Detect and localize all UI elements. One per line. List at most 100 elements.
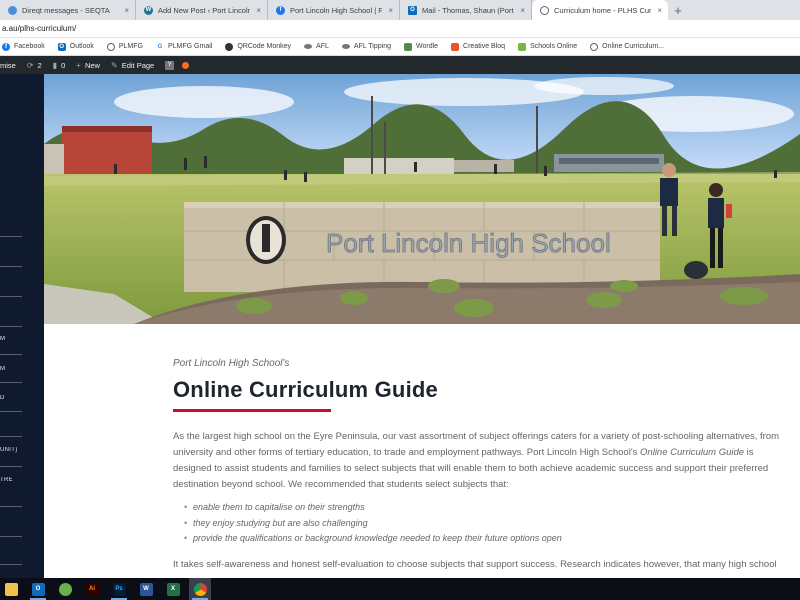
sidebar-divider	[0, 326, 22, 327]
taskbar-file-explorer[interactable]	[0, 578, 22, 600]
taskbar-word[interactable]: W	[135, 578, 157, 600]
bookmark-online-curriculum[interactable]: Online Curriculum...	[590, 42, 664, 51]
sidebar-divider	[0, 266, 22, 267]
address-url: a.au/plhs-curriculum/	[2, 24, 77, 33]
bookmark-label: Outlook	[69, 43, 94, 50]
seqta-favicon-icon	[8, 5, 17, 15]
browser-tab-curriculum-home[interactable]: Curriculum home - PLHS Curricu ×	[532, 0, 668, 20]
bookmark-label: Schools Online	[530, 43, 578, 50]
article-kicker: Port Lincoln High School's	[173, 358, 290, 369]
close-tab-icon[interactable]: ×	[124, 6, 129, 15]
admin-comments[interactable]: ▮ 0	[53, 61, 66, 70]
updates-count: 2	[37, 60, 42, 70]
illustrator-icon: Ai	[85, 582, 99, 596]
creative-bloq-icon	[451, 42, 460, 51]
hero-school-photo: Port Lincoln High School	[44, 74, 800, 324]
close-tab-icon[interactable]: ×	[657, 6, 662, 15]
admin-edit-page-button[interactable]: ✎ Edit Page	[111, 61, 154, 70]
bookmark-creative-bloq[interactable]: Creative Bloq	[451, 42, 505, 51]
sign-text: Port Lincoln High School	[326, 228, 611, 258]
close-tab-icon[interactable]: ×	[520, 6, 525, 15]
intro-paragraph: As the largest high school on the Eyre P…	[173, 429, 789, 493]
football-icon	[304, 44, 313, 49]
site-sidebar-nav: M M D UNIT) TRE	[0, 74, 44, 578]
bookmark-facebook[interactable]: f Facebook	[2, 42, 45, 51]
word-icon: W	[139, 582, 153, 596]
wordpress-favicon-icon: W	[144, 5, 153, 15]
browser-tab-mail[interactable]: O Mail - Thomas, Shaun (Port Linco ×	[400, 0, 532, 20]
facebook-icon: f	[2, 42, 10, 51]
outlook-icon: O	[57, 42, 66, 51]
pencil-icon: ✎	[110, 60, 118, 70]
edit-page-label: Edit Page	[121, 60, 155, 70]
admin-site-name[interactable]: mise	[0, 61, 16, 70]
bookmark-afl-tipping[interactable]: AFL Tipping	[341, 43, 391, 50]
sidebar-divider	[0, 564, 22, 565]
sidebar-link[interactable]: D	[0, 395, 44, 401]
wp-admin-bar: mise ⟳ 2 ▮ 0 + New ✎ Edit Page Y	[0, 56, 800, 74]
browser-tab-facebook[interactable]: f Port Lincoln High School | Facebo ×	[268, 0, 400, 20]
bookmark-label: Facebook	[14, 43, 45, 50]
photoshop-icon: Ps	[112, 582, 126, 596]
guide-name-emphasis: Online Curriculum Guide	[640, 447, 745, 458]
list-item: they enjoy studying but are also challen…	[184, 516, 793, 532]
article-content: Port Lincoln High School's Online Curric…	[173, 358, 793, 572]
sidebar-link[interactable]: M	[0, 366, 44, 372]
address-bar[interactable]: a.au/plhs-curriculum/	[0, 20, 800, 38]
taskbar-outlook[interactable]: O	[27, 578, 49, 600]
sidebar-divider	[0, 382, 22, 383]
outlook-favicon-icon: O	[408, 5, 417, 15]
bookmark-outlook[interactable]: O Outlook	[57, 42, 94, 51]
schools-online-icon	[518, 42, 527, 51]
close-tab-icon[interactable]: ×	[256, 6, 261, 15]
new-tab-button[interactable]: +	[668, 0, 688, 20]
folder-icon	[4, 582, 18, 596]
taskbar-chrome[interactable]	[189, 578, 211, 600]
sidebar-link[interactable]: UNIT)	[0, 447, 44, 453]
sidebar-link[interactable]: M	[0, 336, 44, 342]
bookmark-qrcode-monkey[interactable]: QRCode Monkey	[225, 42, 291, 51]
admin-new-button[interactable]: + New	[76, 61, 100, 70]
page-title: Online Curriculum Guide	[173, 377, 438, 402]
bookmark-label: AFL	[316, 43, 329, 50]
bookmark-label: Wordle	[416, 43, 439, 50]
bookmark-wordle[interactable]: Wordle	[404, 42, 439, 51]
second-paragraph: It takes self-awareness and honest self-…	[173, 558, 777, 570]
bookmark-label: PLMFG	[118, 43, 143, 50]
sidebar-divider	[0, 536, 22, 537]
tab-title: Add New Post ‹ Port Lincoln High	[158, 5, 251, 15]
tab-title: Direqt messages - SEQTA	[22, 5, 110, 15]
sidebar-link[interactable]: TRE	[0, 477, 44, 483]
browser-tab-seqta[interactable]: Direqt messages - SEQTA ×	[0, 0, 136, 20]
taskbar-app-green[interactable]	[54, 578, 76, 600]
school-crest-icon	[246, 216, 286, 264]
site-name-label: mise	[0, 60, 16, 70]
list-item: provide the qualifications or background…	[184, 531, 793, 547]
bookmark-plmfg[interactable]: PLMFG	[106, 42, 143, 51]
sidebar-divider	[0, 236, 22, 237]
browser-tab-add-new-post[interactable]: W Add New Post ‹ Port Lincoln High ×	[136, 0, 268, 20]
yoast-icon[interactable]: Y	[165, 60, 175, 70]
sidebar-divider	[0, 296, 22, 297]
facebook-favicon-icon: f	[276, 5, 285, 15]
bookmark-plmfg-gmail[interactable]: G PLMFG Gmail	[156, 42, 212, 51]
excel-icon: X	[166, 582, 180, 596]
bookmark-afl[interactable]: AFL	[304, 43, 329, 50]
outlook-icon: O	[31, 582, 45, 596]
taskbar-illustrator[interactable]: Ai	[81, 578, 103, 600]
title-accent-rule	[173, 409, 331, 412]
admin-updates[interactable]: ⟳ 2	[27, 61, 42, 70]
tab-title: Curriculum home - PLHS Curricu	[554, 5, 652, 15]
browser-tab-strip: Direqt messages - SEQTA × W Add New Post…	[0, 0, 800, 20]
wordle-grid-icon	[404, 42, 412, 51]
plus-icon: +	[76, 60, 81, 70]
bookmark-schools-online[interactable]: Schools Online	[518, 42, 578, 51]
globe-icon	[106, 42, 115, 51]
sidebar-divider	[0, 466, 22, 467]
chrome-icon	[193, 582, 207, 596]
taskbar-excel[interactable]: X	[162, 578, 184, 600]
close-tab-icon[interactable]: ×	[388, 6, 393, 15]
seo-status-dot-icon[interactable]	[182, 61, 190, 69]
taskbar-photoshop[interactable]: Ps	[108, 578, 130, 600]
bookmarks-bar: f Facebook O Outlook PLMFG G PLMFG Gmail QR…	[0, 38, 800, 56]
